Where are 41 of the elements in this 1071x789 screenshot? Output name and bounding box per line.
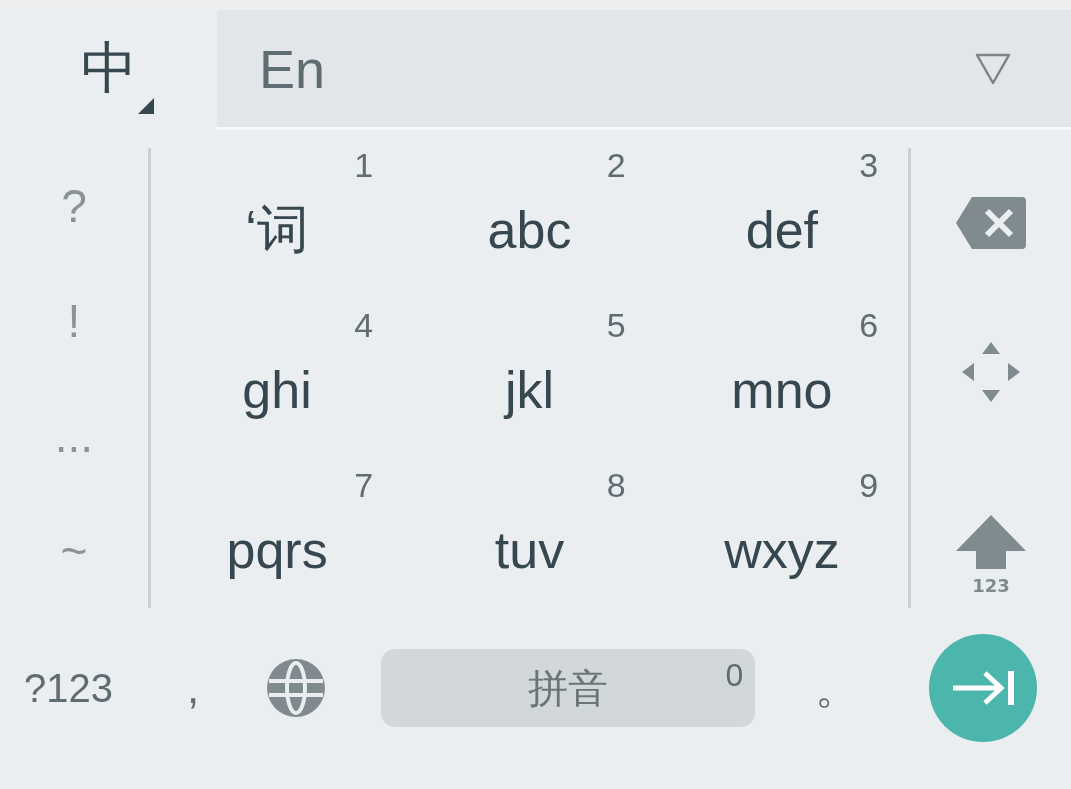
key-label: wxyz: [724, 520, 840, 580]
language-tab[interactable]: En: [217, 10, 447, 127]
letter-key[interactable]: ‘词 1: [150, 140, 404, 300]
letter-key[interactable]: wxyz 9: [655, 460, 909, 620]
space-label: 拼音: [528, 663, 609, 713]
backspace-icon[interactable]: [954, 194, 1029, 251]
key-label: jkl: [504, 360, 555, 420]
space-bar[interactable]: 拼音 0: [381, 649, 756, 727]
period-key[interactable]: 。: [815, 658, 860, 718]
key-label: tuv: [494, 520, 565, 580]
key-label: pqrs: [226, 520, 328, 580]
corner-triangle-icon: [138, 98, 154, 114]
key-number: 1: [354, 146, 374, 185]
key-number: 8: [606, 466, 626, 505]
key-label: abc: [487, 200, 572, 260]
key-number: 3: [859, 146, 879, 185]
letter-key[interactable]: jkl 5: [403, 300, 656, 460]
dropdown-triangle-icon[interactable]: [975, 52, 1011, 85]
letter-key[interactable]: pqrs 7: [150, 460, 404, 620]
key-number: 6: [859, 306, 879, 345]
key-number: 2: [606, 146, 626, 185]
comma-key[interactable]: ,: [187, 663, 200, 713]
candidate-count: 0: [725, 657, 744, 694]
key-label: def: [745, 200, 819, 260]
key-label: ‘词: [245, 199, 309, 260]
letter-key[interactable]: abc 2: [403, 140, 656, 300]
key-label: ghi: [242, 360, 312, 420]
letter-key[interactable]: mno 6: [655, 300, 909, 460]
tab-arrow-icon: [951, 668, 1016, 708]
key-number: 7: [354, 466, 374, 505]
shift-arrow-icon[interactable]: [954, 513, 1029, 569]
key-number: 5: [606, 306, 626, 345]
letter-key[interactable]: ghi 4: [150, 300, 404, 460]
globe-icon[interactable]: [265, 657, 328, 719]
key-label: mno: [731, 360, 833, 420]
key-number: 4: [354, 306, 374, 345]
shift-label: 123: [972, 575, 1010, 596]
letter-key[interactable]: tuv 8: [403, 460, 656, 620]
symbols-key[interactable]: ?123: [24, 665, 113, 711]
letter-key[interactable]: def 3: [655, 140, 909, 300]
key-number: 9: [859, 466, 879, 505]
